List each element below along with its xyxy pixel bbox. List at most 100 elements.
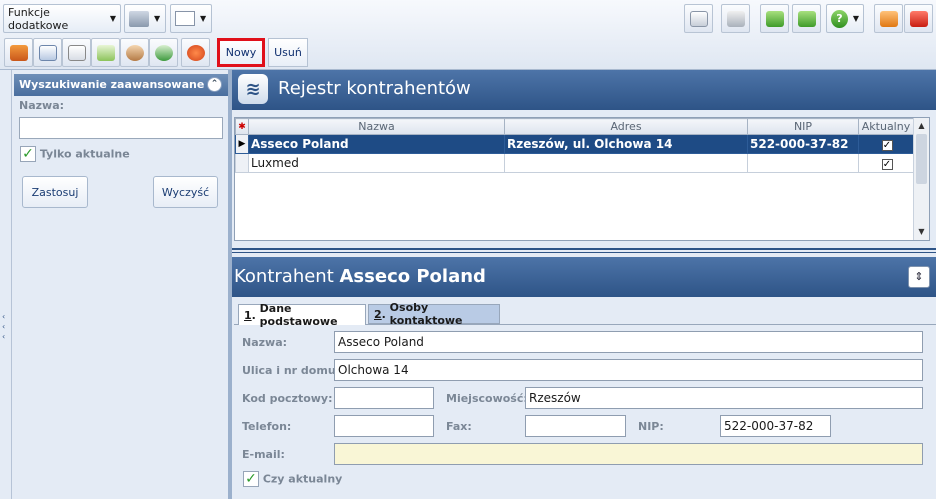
advanced-search-title: Wyszukiwanie zaawansowane xyxy=(19,78,205,91)
contractor-detail-title: Kontrahent Asseco Poland xyxy=(234,266,486,287)
column-header-current[interactable]: Aktualny xyxy=(858,118,914,135)
schedule-button[interactable] xyxy=(149,38,178,67)
search-name-label: Nazwa: xyxy=(19,99,65,112)
grid-scrollbar[interactable]: ▲ ▼ xyxy=(913,118,929,240)
only-current-label: Tylko aktualne xyxy=(39,147,130,161)
calendar-button[interactable] xyxy=(33,38,62,67)
extra-functions-dropdown[interactable]: Funkcje dodatkowe ▼ xyxy=(3,4,121,33)
registry-title: Rejestr kontrahentów xyxy=(278,78,471,99)
tab-basic-data-label: Dane podstawowe xyxy=(259,302,338,328)
phone-label: Telefon: xyxy=(242,420,292,433)
fax-field[interactable] xyxy=(525,415,626,437)
current-checkbox-row[interactable]: ✓ Czy aktualny xyxy=(243,471,342,487)
delete-button-label: Usuń xyxy=(274,46,302,59)
only-current-checkbox[interactable]: ✓ xyxy=(20,146,36,162)
current-checkbox[interactable]: ✓ xyxy=(881,159,893,170)
column-header-name[interactable]: Nazwa xyxy=(248,118,505,135)
lock-button[interactable] xyxy=(874,4,903,33)
layout-icon xyxy=(175,11,195,26)
nip-field[interactable]: 522-000-37-82 xyxy=(720,415,831,437)
clock-icon xyxy=(154,44,173,61)
left-splitter[interactable]: ‹ ‹ ‹ xyxy=(0,70,12,499)
power-button[interactable] xyxy=(904,4,933,33)
chevron-down-icon: ▼ xyxy=(109,14,116,23)
tab-contact-persons-key: 2 xyxy=(374,307,382,321)
cell-address[interactable]: Rzeszów, ul. Olchowa 14 xyxy=(504,134,748,154)
toolbar: Funkcje dodatkowe ▼ ▼ ▼ Nowy Usuń ? ▼ xyxy=(0,0,936,70)
cell-name[interactable]: Luxmed xyxy=(248,153,505,173)
current-checkbox[interactable]: ✓ xyxy=(881,140,893,151)
city-field[interactable]: Rzeszów xyxy=(525,387,923,409)
scroll-thumb[interactable] xyxy=(916,134,927,184)
tab-basic-data[interactable]: 1. Dane podstawowe xyxy=(238,302,366,328)
documents-button[interactable] xyxy=(91,38,120,67)
only-current-checkbox-row[interactable]: ✓ Tylko aktualne xyxy=(20,146,130,162)
collapse-arrow-icon: ‹ xyxy=(2,322,6,331)
collapse-up-icon[interactable]: ⌃ xyxy=(207,77,222,92)
postal-code-field[interactable] xyxy=(334,387,434,409)
documents-icon xyxy=(96,44,115,61)
mail-icon xyxy=(689,10,708,27)
chevron-down-icon: ▼ xyxy=(852,14,859,23)
row-indicator-icon: ▶ xyxy=(235,134,249,154)
tab-contact-persons[interactable]: 2. Osoby kontaktowe xyxy=(368,301,500,327)
detail-title-name: Asseco Poland xyxy=(339,266,486,287)
power-icon xyxy=(909,10,928,27)
registry-icon: ≋ xyxy=(238,74,268,104)
email-field[interactable] xyxy=(334,443,923,465)
apply-button[interactable]: Zastosuj xyxy=(22,176,88,208)
table-row[interactable]: Luxmed ✓ xyxy=(235,153,914,173)
cell-nip[interactable]: 522-000-37-82 xyxy=(747,134,859,154)
delete-button[interactable]: Usuń xyxy=(268,38,308,67)
section-separator xyxy=(232,248,936,253)
name-field[interactable]: Asseco Poland xyxy=(334,331,923,353)
current-checkbox[interactable]: ✓ xyxy=(243,471,259,487)
notes-icon xyxy=(67,44,86,61)
advanced-search-panel: Wyszukiwanie zaawansowane ⌃ Nazwa: ✓ Tyl… xyxy=(14,74,228,499)
cell-current[interactable]: ✓ xyxy=(858,153,914,173)
arrow-up-icon xyxy=(797,10,816,27)
contractors-grid[interactable]: ✱ Nazwa Adres NIP Aktualny ▶ Asseco Pola… xyxy=(234,117,930,241)
street-field[interactable]: Olchowa 14 xyxy=(334,359,923,381)
users-icon xyxy=(125,44,144,61)
phone-field[interactable] xyxy=(334,415,434,437)
printer-icon xyxy=(129,10,149,27)
table-row[interactable]: ▶ Asseco Poland Rzeszów, ul. Olchowa 14 … xyxy=(235,134,914,154)
cell-nip[interactable] xyxy=(747,153,859,173)
mail-button[interactable] xyxy=(684,4,713,33)
current-label: Czy aktualny xyxy=(262,472,343,486)
tab-key-dot: . xyxy=(381,307,390,321)
back-button[interactable] xyxy=(760,4,789,33)
print-dropdown[interactable]: ▼ xyxy=(124,4,166,33)
scroll-down-icon[interactable]: ▼ xyxy=(914,224,929,240)
asterisk-icon xyxy=(186,44,205,61)
clear-label: Wyczyść xyxy=(161,185,210,199)
contractor-detail-header: Kontrahent Asseco Poland ⇕ xyxy=(232,257,936,297)
detail-title-prefix: Kontrahent xyxy=(234,266,334,287)
expand-collapse-button[interactable]: ⇕ xyxy=(908,266,930,288)
street-label: Ulica i nr domu: xyxy=(242,364,341,377)
cell-name[interactable]: Asseco Poland xyxy=(248,134,505,154)
column-header-address[interactable]: Adres xyxy=(504,118,748,135)
notes-button[interactable] xyxy=(62,38,91,67)
calendar-icon xyxy=(38,44,57,61)
email-label: E-mail: xyxy=(242,448,285,461)
layout-dropdown[interactable]: ▼ xyxy=(170,4,212,33)
up-button[interactable] xyxy=(792,4,821,33)
scroll-up-icon[interactable]: ▲ xyxy=(914,118,929,134)
medical-button[interactable] xyxy=(181,38,210,67)
home-button[interactable] xyxy=(4,38,33,67)
users-button[interactable] xyxy=(120,38,149,67)
structure-button[interactable] xyxy=(721,4,750,33)
search-name-input[interactable] xyxy=(19,117,223,139)
home-icon xyxy=(9,44,28,61)
fax-label: Fax: xyxy=(446,420,472,433)
column-header-nip[interactable]: NIP xyxy=(747,118,859,135)
cell-address[interactable] xyxy=(504,153,748,173)
cell-current[interactable]: ✓ xyxy=(858,134,914,154)
clear-button[interactable]: Wyczyść xyxy=(153,176,218,208)
new-button[interactable]: Nowy xyxy=(217,38,265,67)
help-dropdown[interactable]: ? ▼ xyxy=(826,4,864,33)
new-button-label: Nowy xyxy=(225,46,257,59)
grid-new-row-icon[interactable]: ✱ xyxy=(235,118,249,135)
